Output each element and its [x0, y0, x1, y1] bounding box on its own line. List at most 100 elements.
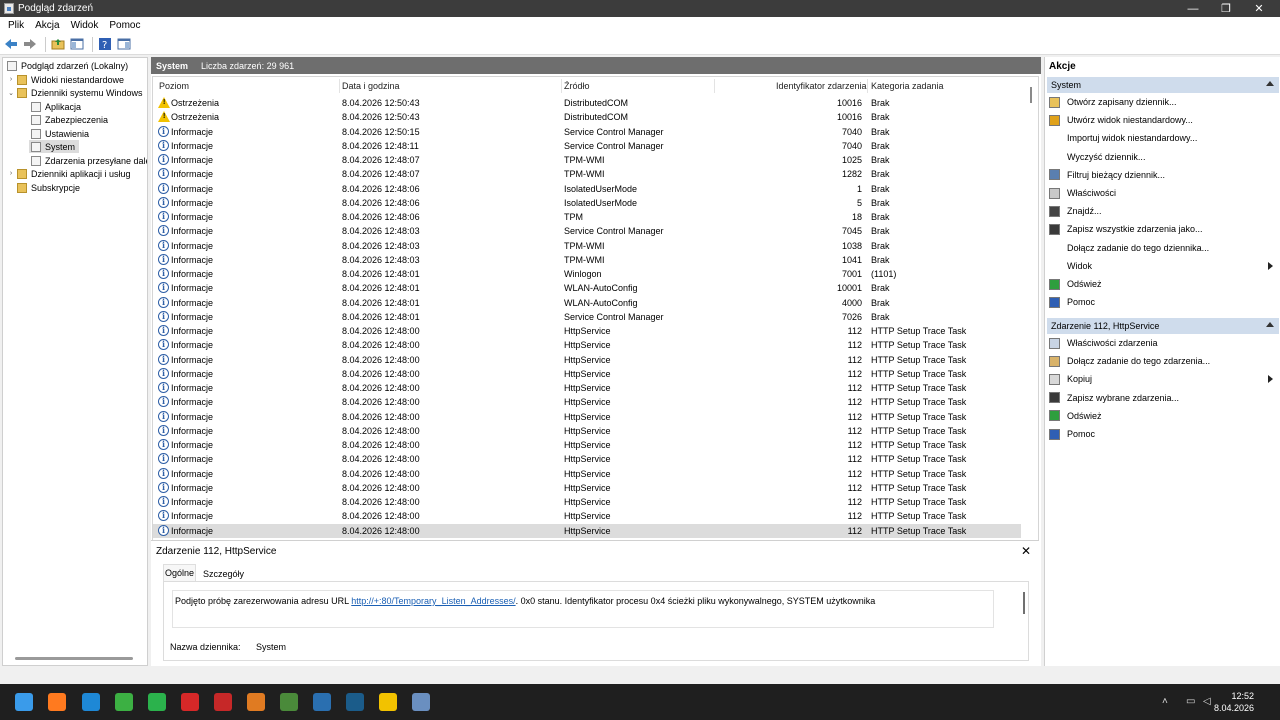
- tray-chevron-icon[interactable]: ˄: [1162, 696, 1168, 707]
- edge-icon[interactable]: [82, 693, 100, 711]
- table-row[interactable]: i Informacje 8.04.2026 12:48:00 HttpService…: [153, 438, 1021, 452]
- app-green-icon[interactable]: [115, 693, 133, 711]
- action-item[interactable]: Dołącz zadanie do tego zdarzenia...: [1049, 353, 1277, 369]
- action-item[interactable]: Otwórz zapisany dziennik...: [1049, 94, 1277, 110]
- actions-section-system[interactable]: System: [1047, 77, 1279, 93]
- action-item[interactable]: Dołącz zadanie do tego dziennika...: [1049, 240, 1277, 256]
- menu-widok[interactable]: Widok: [67, 20, 103, 31]
- table-row[interactable]: i Informacje 8.04.2026 12:48:03 TPM-WMI 1038…: [153, 239, 1021, 253]
- column-header-date[interactable]: Data i godzina: [342, 81, 400, 91]
- back-arrow-icon[interactable]: [3, 36, 19, 52]
- app-3-icon[interactable]: [379, 693, 397, 711]
- table-row[interactable]: i Informacje 8.04.2026 12:48:00 HttpService…: [153, 353, 1021, 367]
- clock[interactable]: 12:52 8.04.2026: [1214, 690, 1254, 714]
- table-row[interactable]: i Informacje 8.04.2026 12:48:03 Service Con…: [153, 224, 1021, 238]
- column-separator[interactable]: [714, 79, 715, 93]
- action-item[interactable]: Filtruj bieżący dziennik...: [1049, 167, 1277, 183]
- table-row[interactable]: i Informacje 8.04.2026 12:48:00 HttpService…: [153, 381, 1021, 395]
- collapse-arrow-icon[interactable]: ⌄: [7, 89, 15, 97]
- tree-item-forwarded-events[interactable]: Zdarzenia przesyłane dale: [29, 154, 147, 167]
- table-row[interactable]: i Informacje 8.04.2026 12:48:06 IsolatedUse…: [153, 182, 1021, 196]
- column-separator[interactable]: [561, 79, 562, 93]
- table-row[interactable]: i Informacje 8.04.2026 12:48:00 HttpService…: [153, 481, 1021, 495]
- table-row[interactable]: i Informacje 8.04.2026 12:48:06 TPM 18 Brak: [153, 210, 1021, 224]
- table-row[interactable]: i Informacje 8.04.2026 12:48:00 HttpService…: [153, 495, 1021, 509]
- table-row[interactable]: i Informacje 8.04.2026 12:48:00 HttpService…: [153, 410, 1021, 424]
- table-row[interactable]: i Informacje 8.04.2026 12:48:00 HttpService…: [153, 324, 1021, 338]
- collapse-section-icon[interactable]: [1266, 81, 1274, 86]
- table-row[interactable]: ! Ostrzeżenia 8.04.2026 12:50:43 Distribute…: [153, 110, 1021, 124]
- tree-item-ustawienia[interactable]: Ustawienia: [29, 127, 89, 140]
- action-item[interactable]: Importuj widok niestandardowy...: [1049, 130, 1277, 146]
- forward-arrow-icon[interactable]: [22, 36, 38, 52]
- volume-icon[interactable]: ◁: [1203, 696, 1211, 707]
- table-row[interactable]: ! Ostrzeżenia 8.04.2026 12:50:43 Distribute…: [153, 96, 1021, 110]
- action-item[interactable]: Znajdź...: [1049, 203, 1277, 219]
- steam-icon[interactable]: [346, 693, 364, 711]
- table-row[interactable]: i Informacje 8.04.2026 12:48:03 TPM-WMI 1041…: [153, 253, 1021, 267]
- table-row[interactable]: i Informacje 8.04.2026 12:48:00 HttpService…: [153, 395, 1021, 409]
- tree-item-root[interactable]: Podgląd zdarzeń (Lokalny): [5, 59, 128, 72]
- minimize-button[interactable]: —: [1178, 0, 1208, 17]
- table-row[interactable]: i Informacje 8.04.2026 12:48:00 HttpService…: [153, 467, 1021, 481]
- table-row[interactable]: i Informacje 8.04.2026 12:48:00 HttpService…: [153, 523, 1021, 538]
- table-row[interactable]: i Informacje 8.04.2026 12:48:01 WLAN-AutoCo…: [153, 296, 1021, 310]
- show-hide-tree-icon[interactable]: [69, 36, 85, 52]
- message-scrollbar[interactable]: [1023, 592, 1025, 614]
- action-item[interactable]: Widok: [1049, 258, 1277, 274]
- maximize-button[interactable]: ❐: [1211, 0, 1241, 17]
- tree-item-system[interactable]: System: [29, 140, 79, 153]
- action-item[interactable]: Utwórz widok niestandardowy...: [1049, 112, 1277, 128]
- tree-item-app-service-logs[interactable]: › Dzienniki aplikacji i usług: [7, 167, 131, 180]
- column-header-event-id[interactable]: Identyfikator zdarzenia: [776, 81, 867, 91]
- tab-ogolne[interactable]: Ogólne: [163, 564, 196, 581]
- action-item[interactable]: Wyczyść dziennik...: [1049, 149, 1277, 165]
- event-message-box[interactable]: Podjęto próbę zarezerwowania adresu URL …: [172, 590, 994, 628]
- settings-gear-icon[interactable]: [313, 693, 331, 711]
- table-row[interactable]: i Informacje 8.04.2026 12:48:07 TPM-WMI 1282…: [153, 167, 1021, 181]
- tree-item-windows-logs[interactable]: ⌄ Dzienniki systemu Windows: [7, 86, 143, 99]
- action-item[interactable]: Odśwież: [1049, 276, 1277, 292]
- action-item[interactable]: Pomoc: [1049, 426, 1277, 442]
- firefox-icon[interactable]: [48, 693, 66, 711]
- tree-item-aplikacja[interactable]: Aplikacja: [29, 100, 81, 113]
- event-message-link[interactable]: http://+:80/Temporary_Listen_Addresses/: [351, 596, 515, 606]
- tree-item-zabezpieczenia[interactable]: Zabezpieczenia: [29, 113, 108, 126]
- action-item[interactable]: Kopiuj: [1049, 371, 1277, 387]
- close-detail-icon[interactable]: ✕: [1021, 544, 1031, 558]
- action-item[interactable]: Właściwości: [1049, 185, 1277, 201]
- column-separator[interactable]: [339, 79, 340, 93]
- table-row[interactable]: i Informacje 8.04.2026 12:48:07 TPM-WMI 1025…: [153, 153, 1021, 167]
- expand-arrow-icon[interactable]: ›: [7, 76, 15, 83]
- table-row[interactable]: i Informacje 8.04.2026 12:48:06 IsolatedUse…: [153, 196, 1021, 210]
- table-row[interactable]: i Informacje 8.04.2026 12:48:11 Service Con…: [153, 139, 1021, 153]
- table-row[interactable]: i Informacje 8.04.2026 12:48:01 Service Con…: [153, 310, 1021, 324]
- help-icon[interactable]: ?: [97, 36, 113, 52]
- table-row[interactable]: i Informacje 8.04.2026 12:48:01 Winlogon 700…: [153, 267, 1021, 281]
- events-scrollbar[interactable]: [1030, 87, 1032, 103]
- tree-item-subskrypcje[interactable]: Subskrypcje: [15, 181, 80, 194]
- app-64-icon[interactable]: [181, 693, 199, 711]
- folder-up-icon[interactable]: [50, 36, 66, 52]
- action-item[interactable]: Pomoc: [1049, 294, 1277, 310]
- column-separator[interactable]: [867, 79, 868, 93]
- column-header-category[interactable]: Kategoria zadania: [871, 81, 944, 91]
- action-item[interactable]: Zapisz wszystkie zdarzenia jako...: [1049, 221, 1277, 237]
- column-header-level[interactable]: Poziom: [159, 81, 189, 91]
- tree-horizontal-scrollbar[interactable]: [15, 657, 133, 660]
- expand-arrow-icon[interactable]: ›: [7, 170, 15, 177]
- app-bolt-icon[interactable]: [214, 693, 232, 711]
- table-row[interactable]: i Informacje 8.04.2026 12:48:00 HttpService…: [153, 367, 1021, 381]
- start-icon[interactable]: [15, 693, 33, 711]
- eventviewer-taskbar-icon[interactable]: [412, 693, 430, 711]
- network-icon[interactable]: ▭: [1186, 696, 1195, 707]
- column-header-source[interactable]: Źródło: [564, 81, 590, 91]
- menu-plik[interactable]: Plik: [4, 20, 28, 31]
- table-row[interactable]: i Informacje 8.04.2026 12:48:00 HttpService…: [153, 509, 1021, 523]
- tab-szczegoly[interactable]: Szczegóły: [203, 569, 244, 579]
- actions-section-event[interactable]: Zdarzenie 112, HttpService: [1047, 318, 1279, 334]
- action-item[interactable]: Odśwież: [1049, 408, 1277, 424]
- menu-akcja[interactable]: Akcja: [31, 20, 63, 31]
- menu-pomoc[interactable]: Pomoc: [105, 20, 144, 31]
- collapse-section-icon[interactable]: [1266, 322, 1274, 327]
